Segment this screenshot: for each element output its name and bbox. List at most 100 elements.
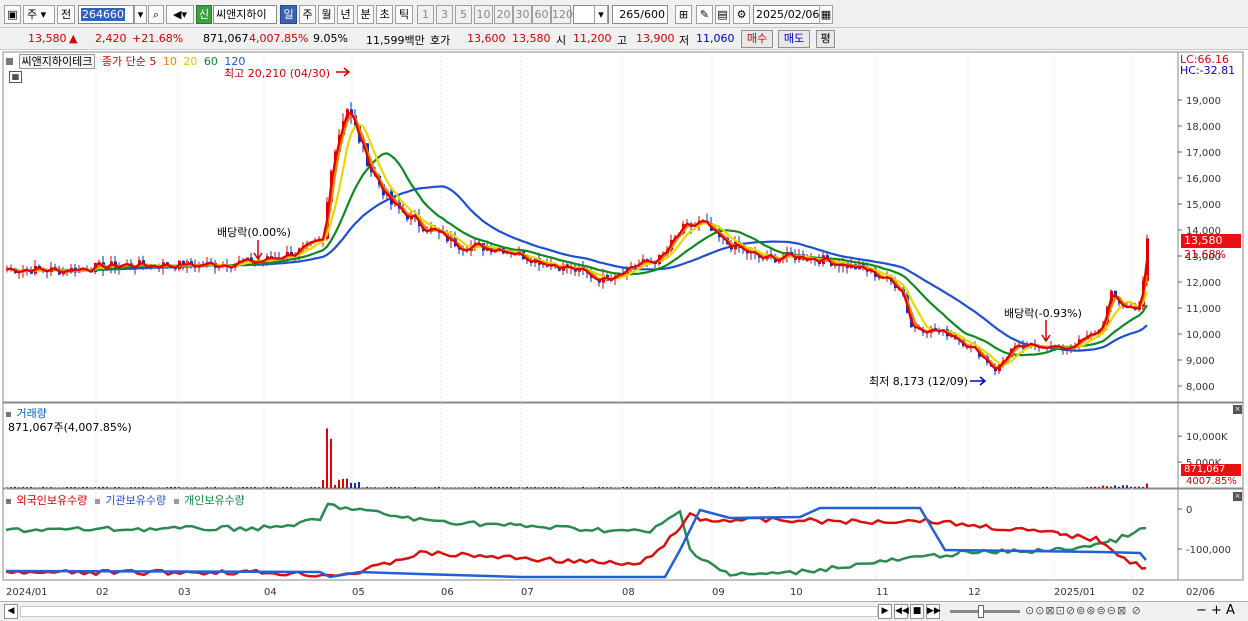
stock-code-input[interactable]: 264660 [78, 5, 134, 24]
holder-close-icon[interactable]: × [1233, 492, 1242, 501]
volume-handle-icon[interactable] [6, 412, 11, 417]
volume-bar [1106, 485, 1108, 488]
volume-bar [474, 486, 476, 488]
volume-bar [558, 487, 560, 488]
volume-bar [702, 486, 704, 488]
volume-bar [654, 487, 656, 488]
interval-10[interactable]: 10 [474, 5, 493, 24]
window-icon[interactable]: ▣ [4, 5, 21, 24]
open-price: 11,200 [573, 32, 612, 45]
volume-bar [370, 487, 372, 488]
calendar-icon[interactable]: ▦ [819, 5, 833, 24]
volume-bar [102, 486, 104, 488]
volume-value: 871,067 [203, 32, 249, 45]
count-field[interactable]: 265/600 [612, 5, 668, 24]
interval-5[interactable]: 5 [455, 5, 472, 24]
volume-bar [282, 486, 284, 488]
zoom-slider-handle[interactable] [978, 605, 984, 618]
interval-dropdown-icon[interactable]: ▾ [594, 5, 608, 24]
hc-value: HC:-32.81 [1180, 64, 1236, 77]
bottom-bar: ◀ ▶ ◀◀ ■ ▶▶ ⊙⊙⊠⊡⊘⊚⊛⊜⊝⊠ ⊘ − + A [0, 601, 1248, 621]
interval-3[interactable]: 3 [436, 5, 453, 24]
volume-bar [10, 487, 12, 488]
volume-bar [270, 486, 272, 488]
volume-bar [394, 487, 396, 488]
buy-button[interactable]: 매수 [741, 30, 773, 48]
toolbar: ▣ 주 ▾ 전 264660 ▾ ⌕ ◀▾ 신 씨앤지하이 일 주 월 년 분 … [0, 0, 1248, 28]
volume-close-icon[interactable]: × [1233, 405, 1242, 414]
panel-handle-icon[interactable] [6, 58, 13, 65]
eval-button[interactable]: 평 [816, 30, 835, 48]
period-week[interactable]: 주 [299, 5, 316, 24]
period-minute[interactable]: 분 [357, 5, 374, 24]
volume-bar [938, 486, 940, 488]
volume-bar [174, 486, 176, 488]
volume-bar [46, 487, 48, 488]
volume-bar [26, 487, 28, 488]
search-icon[interactable]: ⌕ [148, 5, 164, 24]
x-axis-label: 07 [521, 587, 534, 598]
volume-bar [986, 487, 988, 488]
scrollbar-track[interactable] [20, 606, 878, 617]
chart-type-icon[interactable]: ⊞ [675, 5, 692, 24]
volume-bar [506, 486, 508, 488]
stop-icon[interactable]: ■ [910, 604, 924, 619]
volume-bar [90, 487, 92, 488]
prev-button[interactable]: 전 [57, 5, 75, 24]
volume-bar [450, 487, 452, 488]
period-tick[interactable]: 틱 [395, 5, 413, 24]
period-month[interactable]: 월 [318, 5, 335, 24]
gear-icon[interactable]: ⚙ [733, 5, 750, 24]
volume-bar [1070, 487, 1072, 488]
save-icon[interactable]: ▤ [715, 5, 730, 24]
volume-bar [998, 487, 1000, 488]
x-axis-label: 02 [96, 587, 109, 598]
current-price: 13,580 [28, 32, 67, 45]
table-toggle-icon[interactable]: ▦ [9, 71, 22, 83]
price-panel-title[interactable]: 씨앤지하이테크 [18, 54, 96, 69]
foreign-line [5, 511, 1147, 578]
code-dropdown-icon[interactable]: ▾ [134, 5, 147, 24]
tool-icons[interactable]: ⊙⊙⊠⊡⊘⊚⊛⊜⊝⊠ ⊘ [1025, 604, 1142, 617]
draw-tool-icon[interactable]: ✎ [696, 5, 713, 24]
volume-bar [1046, 486, 1048, 488]
volume-bar [70, 486, 72, 488]
volume-bar [462, 487, 464, 488]
volume-bar [1050, 487, 1052, 488]
period-second[interactable]: 초 [376, 5, 393, 24]
volume-bar [358, 482, 360, 488]
holder-tick-label: 0 [1186, 505, 1192, 516]
volume-bar [758, 487, 760, 488]
interval-120[interactable]: 120 [551, 5, 573, 24]
volume-bar [550, 487, 552, 488]
stock-name-field[interactable]: 씨앤지하이 [213, 5, 277, 24]
interval-1[interactable]: 1 [417, 5, 434, 24]
rewind-icon[interactable]: ◀◀ [894, 604, 909, 619]
fast-forward-icon[interactable]: ▶▶ [926, 604, 941, 619]
volume-bar [238, 487, 240, 488]
volume-bar [1018, 487, 1020, 488]
volume-bar [430, 487, 432, 488]
bid-price: 13,580 [512, 32, 551, 45]
interval-20[interactable]: 20 [494, 5, 513, 24]
low-arrow-icon [970, 376, 987, 386]
interval-60[interactable]: 60 [532, 5, 551, 24]
volume-bar [750, 487, 752, 488]
period-day[interactable]: 일 [280, 5, 297, 24]
scroll-right-icon[interactable]: ▶ [878, 604, 892, 619]
chart-area[interactable]: 19,000 18,000 17,000 16,000 15,000 14,000 13,0… [0, 50, 1248, 621]
volume-bar [862, 487, 864, 488]
zoom-controls[interactable]: − + A [1196, 603, 1235, 618]
interval-30[interactable]: 30 [513, 5, 532, 24]
volume-bar [390, 487, 392, 488]
period-year[interactable]: 년 [337, 5, 354, 24]
up-arrow-icon: ▲ [69, 32, 78, 45]
ma-legend-20: 20 [183, 55, 198, 68]
market-select[interactable]: 주 ▾ [23, 5, 55, 24]
x-axis: 2024/01 02 03 04 05 06 07 08 09 10 11 12 2025/01 02 02… [6, 587, 1215, 598]
sell-button[interactable]: 매도 [778, 30, 810, 48]
holder-handle-icon[interactable] [6, 499, 11, 504]
speaker-icon[interactable]: ◀▾ [166, 5, 194, 24]
zoom-slider[interactable] [950, 610, 1020, 613]
scroll-left-icon[interactable]: ◀ [4, 604, 18, 619]
